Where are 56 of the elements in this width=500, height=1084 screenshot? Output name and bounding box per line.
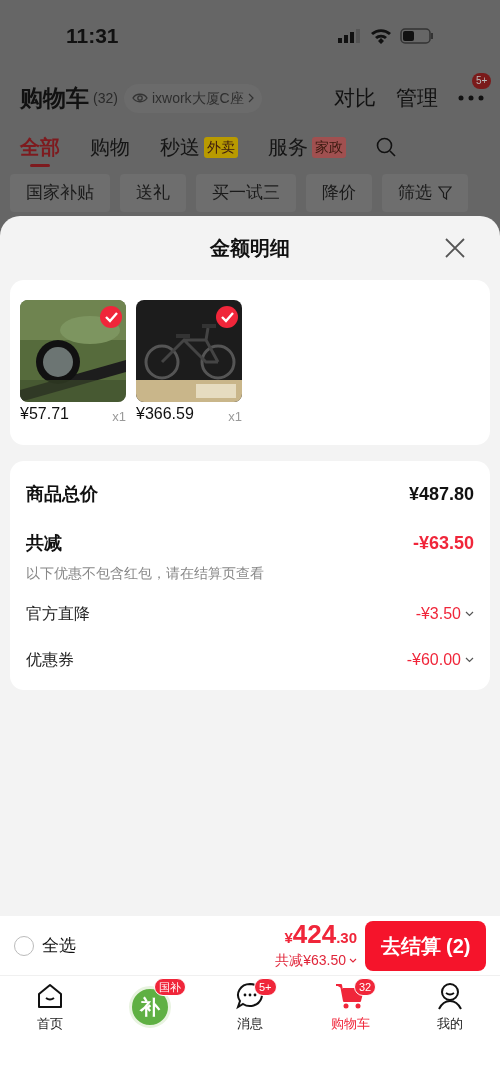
item-quantity: x1 [228,407,242,426]
item-price: ¥57.71 [20,404,69,424]
reduction-link[interactable]: 共减¥63.50 [275,949,357,971]
notification-badge: 5+ [472,73,492,89]
chevron-down-icon [465,611,474,617]
total-decimal: .30 [336,929,357,949]
category-tab[interactable]: 购物 [90,127,130,167]
item-quantity: x1 [112,407,126,426]
wifi-icon [370,28,392,44]
close-icon[interactable] [444,237,466,259]
more-icon[interactable] [458,95,484,101]
filter-chip[interactable]: 国家补贴 [10,174,110,212]
count-badge: 32 [354,978,377,996]
summary-label: 共减 [26,532,62,555]
chevron-right-icon [247,93,254,103]
location-button[interactable]: ixwork大厦C座 [123,83,262,113]
summary-label: 商品总价 [26,483,98,506]
person-icon [436,982,464,1010]
filter-chip[interactable]: 送礼 [120,174,186,212]
battery-icon [400,28,434,44]
sheet-title: 金额明细 [210,236,290,261]
filter-chip[interactable]: 降价 [306,174,372,212]
signal-icon [338,29,362,43]
cart-count: (32) [93,88,118,108]
count-badge: 5+ [254,978,277,996]
discount-value[interactable]: -¥60.00 [406,648,474,672]
select-all-checkbox[interactable]: 全选 [14,932,76,959]
item-price: ¥366.59 [136,404,194,424]
count-badge: 国补 [154,978,186,996]
discount-label: 优惠券 [26,650,74,670]
nav-tab[interactable]: 我的 [400,982,500,1046]
chevron-down-icon [349,957,357,963]
eye-icon [131,92,148,104]
summary-value: ¥487.80 [408,483,474,506]
reduction-note: 以下优惠不包含红包，请在结算页查看 [26,564,265,583]
currency-sign: ¥ [284,929,293,949]
header-action[interactable]: 管理 [396,82,438,114]
discount-label: 官方直降 [26,604,90,624]
search-icon[interactable] [376,137,396,157]
filter-icon [438,186,452,200]
category-tab[interactable]: 秒送 外卖 [160,127,238,167]
nav-tab[interactable]: 首页 [0,982,100,1046]
total-amount: 424 [292,920,337,949]
filter-chip[interactable]: 买一试三 [196,174,296,212]
header-action[interactable]: 对比 [334,82,376,114]
discount-value[interactable]: -¥3.50 [415,602,474,626]
status-time: 11:31 [66,23,119,50]
tab-tag: 家政 [312,136,346,158]
summary-value: -¥63.50 [412,532,474,555]
filter-chip[interactable]: 筛选 [382,174,468,212]
chevron-down-icon [465,657,474,663]
category-tab[interactable]: 服务 家政 [268,127,346,167]
page-title: 购物车 [20,83,89,113]
home-icon [36,982,64,1010]
tab-tag: 外卖 [204,136,238,158]
checkout-button[interactable]: 去结算 (2) [365,920,486,971]
